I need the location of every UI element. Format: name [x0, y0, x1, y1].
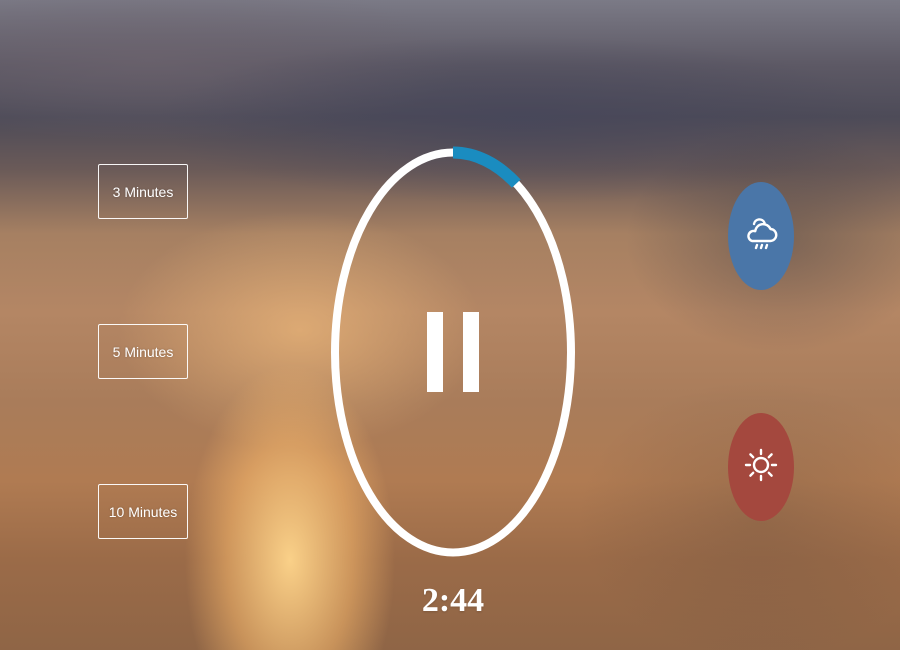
- timer-display: 2:44: [421, 582, 485, 619]
- rain-sound-button[interactable]: [728, 182, 794, 290]
- sun-sound-button[interactable]: [728, 413, 794, 521]
- pause-icon: [427, 312, 443, 392]
- 10-minutes-button[interactable]: 10 Minutes: [98, 484, 188, 539]
- rain-cloud-icon: [741, 214, 781, 259]
- sun-icon: [741, 445, 781, 490]
- progress-ring-arc: [452, 146, 521, 188]
- pause-icon-bar: [463, 312, 479, 392]
- pause-button[interactable]: [427, 312, 479, 392]
- 5-minutes-button[interactable]: 5 Minutes: [98, 324, 188, 379]
- 3-minutes-button[interactable]: 3 Minutes: [98, 164, 188, 219]
